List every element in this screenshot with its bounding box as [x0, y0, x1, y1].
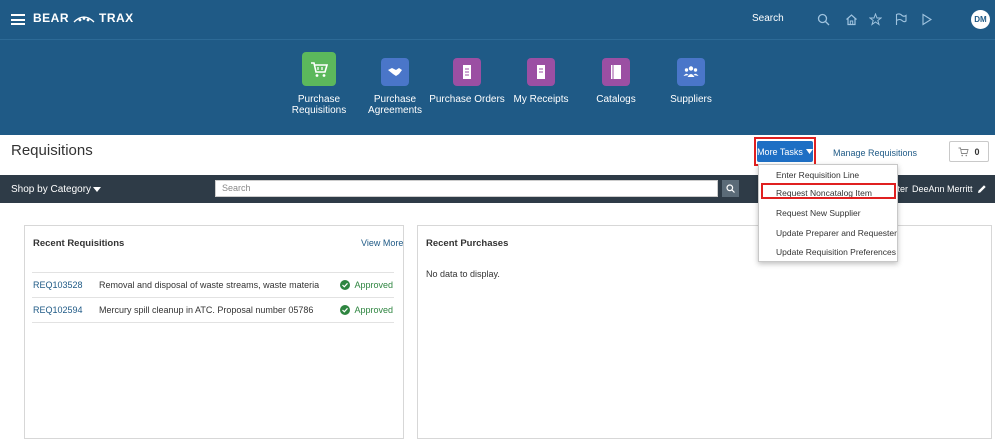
table-row[interactable]: REQ103528 Removal and disposal of waste …	[33, 273, 393, 297]
requisition-description: Removal and disposal of waste streams, w…	[99, 280, 319, 290]
page-title: Requisitions	[11, 142, 93, 159]
nav-purchase-orders[interactable]: Purchase Orders	[427, 58, 507, 105]
nav-purchase-agreements[interactable]: Purchase Agreements	[355, 58, 435, 116]
flag-icon[interactable]	[891, 10, 909, 28]
check-circle-icon	[340, 305, 351, 315]
book-icon	[602, 58, 630, 86]
nav-label: My Receipts	[513, 94, 569, 105]
document-icon	[453, 58, 481, 86]
menu-item-enter-requisition-line[interactable]: Enter Requisition Line	[776, 170, 859, 180]
nav-my-receipts[interactable]: My Receipts	[501, 58, 581, 105]
play-icon[interactable]	[917, 10, 935, 28]
nav-label: Purchase Requisitions	[291, 94, 347, 116]
catalog-search-input[interactable]: Search	[215, 180, 718, 197]
table-row[interactable]: REQ102594 Mercury spill cleanup in ATC. …	[33, 298, 393, 322]
menu-item-request-new-supplier[interactable]: Request New Supplier	[776, 208, 861, 218]
home-icon[interactable]	[842, 10, 860, 28]
recent-requisitions-title: Recent Requisitions	[33, 238, 125, 249]
global-search-label[interactable]: Search	[752, 13, 784, 24]
noncatalog-item-highlight	[761, 183, 896, 199]
requisition-number-link[interactable]: REQ102594	[33, 305, 99, 315]
nav-catalogs[interactable]: Catalogs	[576, 58, 656, 105]
shopping-cart-button[interactable]: 0	[949, 141, 989, 162]
user-avatar[interactable]: DM	[971, 10, 990, 29]
cart-icon	[302, 52, 336, 86]
more-tasks-dropdown: Enter Requisition Line Request Noncatalo…	[758, 164, 898, 262]
view-more-link[interactable]: View More	[361, 238, 403, 248]
requester-info: ester DeeAnn Merritt	[888, 184, 987, 194]
logo-text-left: BEAR	[33, 11, 70, 25]
menu-item-update-preparer-requester[interactable]: Update Preparer and Requester	[776, 228, 897, 238]
logo-text-right: TRAX	[99, 11, 134, 25]
status-text: Approved	[354, 305, 393, 315]
shop-by-category-label: Shop by Category	[11, 184, 92, 195]
favorites-star-icon[interactable]	[866, 10, 884, 28]
recent-requisitions-panel	[24, 225, 404, 439]
shop-by-category-menu[interactable]: Shop by Category	[11, 184, 102, 195]
requester-name: DeeAnn Merritt	[912, 184, 973, 194]
header-divider	[0, 39, 995, 40]
cart-icon	[958, 147, 970, 156]
requisition-description: Mercury spill cleanup in ATC. Proposal n…	[99, 305, 314, 315]
nav-label: Catalogs	[596, 94, 636, 105]
people-icon	[677, 58, 705, 86]
row-divider	[32, 322, 394, 323]
requisition-number-link[interactable]: REQ103528	[33, 280, 99, 290]
nav-label: Suppliers	[670, 94, 712, 105]
edit-pencil-icon[interactable]	[977, 184, 987, 194]
empty-state-text: No data to display.	[426, 269, 500, 279]
catalog-search-button[interactable]	[722, 180, 739, 197]
bear-paw-icon	[73, 16, 95, 23]
status-text: Approved	[354, 280, 393, 290]
nav-purchase-requisitions[interactable]: Purchase Requisitions	[279, 52, 359, 116]
cart-count: 0	[974, 146, 980, 157]
nav-label: Purchase Orders	[429, 94, 505, 105]
recent-purchases-title: Recent Purchases	[426, 238, 509, 249]
menu-item-update-requisition-preferences[interactable]: Update Requisition Preferences	[776, 247, 896, 257]
manage-requisitions-link[interactable]: Manage Requisitions	[833, 148, 917, 158]
nav-label: Purchase Agreements	[368, 94, 422, 116]
handshake-icon	[381, 58, 409, 86]
more-tasks-button[interactable]: More Tasks	[757, 141, 813, 162]
nav-suppliers[interactable]: Suppliers	[651, 58, 731, 105]
menu-icon[interactable]	[11, 14, 25, 25]
app-logo[interactable]: BEAR TRAX	[33, 11, 134, 25]
receipt-icon	[527, 58, 555, 86]
more-tasks-label: More Tasks	[757, 146, 803, 157]
status-badge: Approved	[340, 280, 393, 290]
recent-purchases-panel	[417, 225, 992, 439]
chevron-down-icon	[805, 149, 813, 154]
status-badge: Approved	[340, 305, 393, 315]
search-icon[interactable]	[814, 10, 832, 28]
chevron-down-icon	[93, 187, 102, 192]
search-icon	[726, 184, 735, 193]
check-circle-icon	[340, 280, 351, 290]
